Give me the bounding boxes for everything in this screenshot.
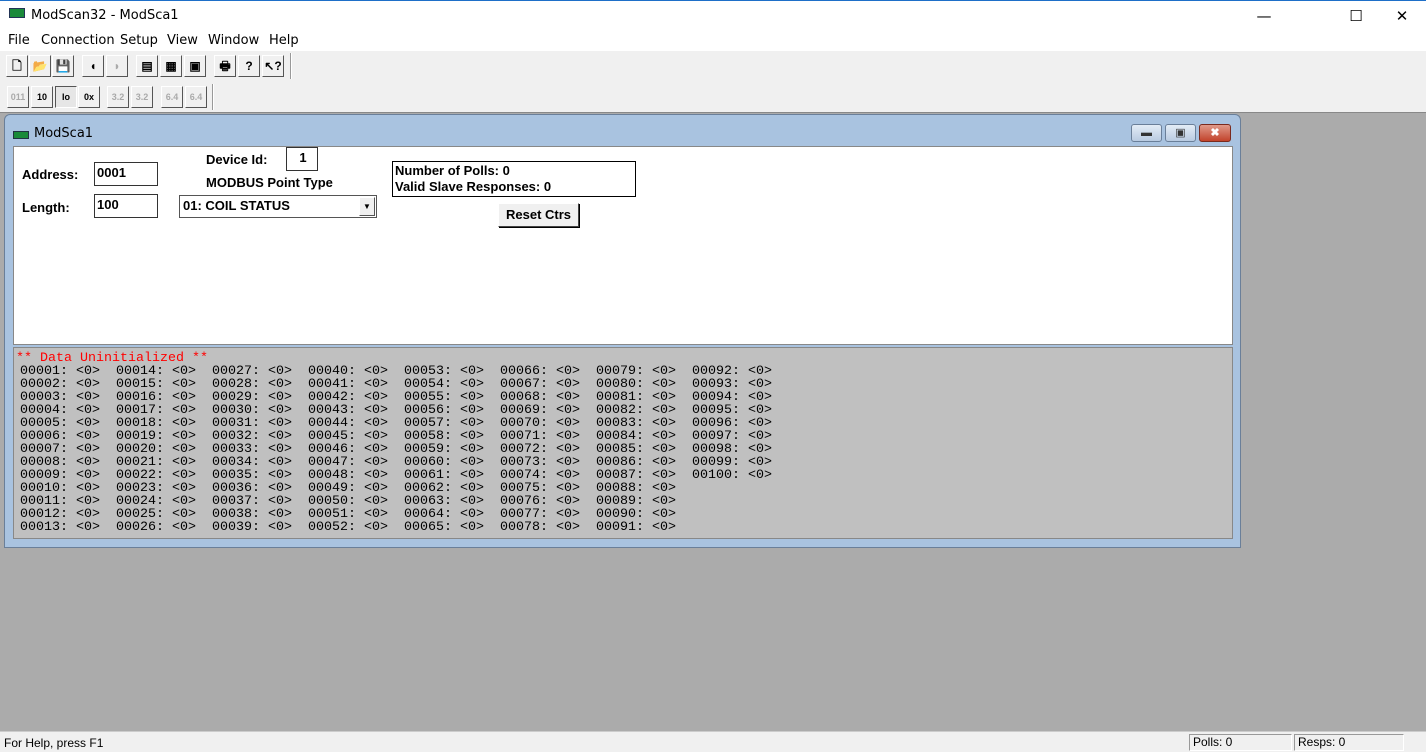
length-label: Length: [22,200,70,215]
save-icon[interactable]: 💾 [52,55,74,77]
menu-bar: File Connection Setup View Window Help [0,31,1426,51]
hex-format-icon[interactable]: 0x [78,86,100,108]
title-bar: ModScan32 - ModSca1 — ☐ ✕ [0,0,1426,31]
show-traffic-icon[interactable]: ▣ [184,55,206,77]
menu-setup[interactable]: Setup [120,33,158,48]
app-icon [9,8,25,18]
menu-file[interactable]: File [8,33,30,48]
double-format-icon[interactable]: 6.4 [161,86,183,108]
device-id-input[interactable]: 1 [286,147,318,171]
address-label: Address: [22,167,79,182]
register-cell[interactable]: 00091: <0> [596,521,676,534]
context-help-icon[interactable]: ↖? [262,55,284,77]
chevron-down-icon[interactable]: ▼ [359,197,375,216]
device-id-label: Device Id: [206,152,268,167]
register-cell[interactable]: 00039: <0> [212,521,292,534]
app-title: ModScan32 - ModSca1 [31,8,179,23]
register-cell[interactable]: 00013: <0> [20,521,100,534]
child-window-title: ModSca1 [34,126,94,141]
register-cell[interactable]: 00100: <0> [692,469,772,482]
help-hint: For Help, press F1 [4,736,104,750]
close-button[interactable]: ✕ [1379,1,1425,31]
toolbars: 🗋 📂 💾 ◖ ◗ ▤ ▦ ▣ 🖶? ↖? 011 10 Io 0x 3.2 3.2 6.4 6.4 [0,51,1426,113]
print-icon[interactable]: 🖶 [214,55,236,77]
binary-format-icon[interactable]: 011 [7,86,29,108]
child-window-icon [13,131,29,139]
child-minimize-button[interactable]: ▬ [1131,124,1162,142]
double-swapped-format-icon[interactable]: 6.4 [185,86,207,108]
status-bar: For Help, press F1 Polls: 0 Resps: 0 [0,731,1426,752]
data-display: ** Data Uninitialized ** 00001: <0> 00002… [13,347,1233,539]
point-type-label: MODBUS Point Type [206,175,333,190]
open-folder-icon[interactable]: 📂 [29,55,51,77]
register-cell[interactable]: 00078: <0> [500,521,580,534]
reset-counters-button[interactable]: Reset Ctrs [498,203,579,227]
register-cell[interactable]: 00026: <0> [116,521,196,534]
polls-count: Number of Polls: 0 [395,163,510,178]
help-icon[interactable]: ? [238,55,260,77]
menu-connection[interactable]: Connection [41,33,115,48]
settings-pane: Address: 0001 Length: 100 Device Id: 1 M… [13,146,1233,345]
responses-count: Valid Slave Responses: 0 [395,179,552,194]
disconnect-icon[interactable]: ◗ [106,55,128,77]
length-input[interactable]: 100 [94,194,158,218]
register-cell[interactable]: 00065: <0> [404,521,484,534]
counters-box: Number of Polls: 0 Valid Slave Responses… [392,161,636,197]
tile-windows-icon[interactable]: ▤ [136,55,158,77]
minimize-button[interactable]: — [1241,1,1287,31]
register-cell[interactable]: 00052: <0> [308,521,388,534]
decimal-format-icon[interactable]: 10 [31,86,53,108]
child-maximize-button[interactable]: ▣ [1165,124,1196,142]
display-options-icon[interactable]: ▦ [160,55,182,77]
menu-window[interactable]: Window [208,33,259,48]
toolbar-divider [212,84,214,110]
new-file-icon[interactable]: 🗋 [6,55,28,77]
point-type-value: 01: COIL STATUS [183,198,290,213]
child-close-button[interactable]: ✖ [1199,124,1231,142]
float-swapped-format-icon[interactable]: 3.2 [131,86,153,108]
menu-view[interactable]: View [167,33,198,48]
integer-format-icon[interactable]: Io [55,86,77,108]
menu-help[interactable]: Help [269,33,299,48]
status-resps: Resps: 0 [1294,734,1404,751]
point-type-select[interactable]: 01: COIL STATUS ▼ [179,195,377,218]
float-format-icon[interactable]: 3.2 [107,86,129,108]
maximize-button[interactable]: ☐ [1333,1,1379,31]
child-window: ModSca1 ▬ ▣ ✖ Address: 0001 Length: 100 … [4,114,1241,548]
status-polls: Polls: 0 [1189,734,1292,751]
address-input[interactable]: 0001 [94,162,158,186]
toolbar-divider [290,53,292,79]
connect-icon[interactable]: ◖ [82,55,104,77]
